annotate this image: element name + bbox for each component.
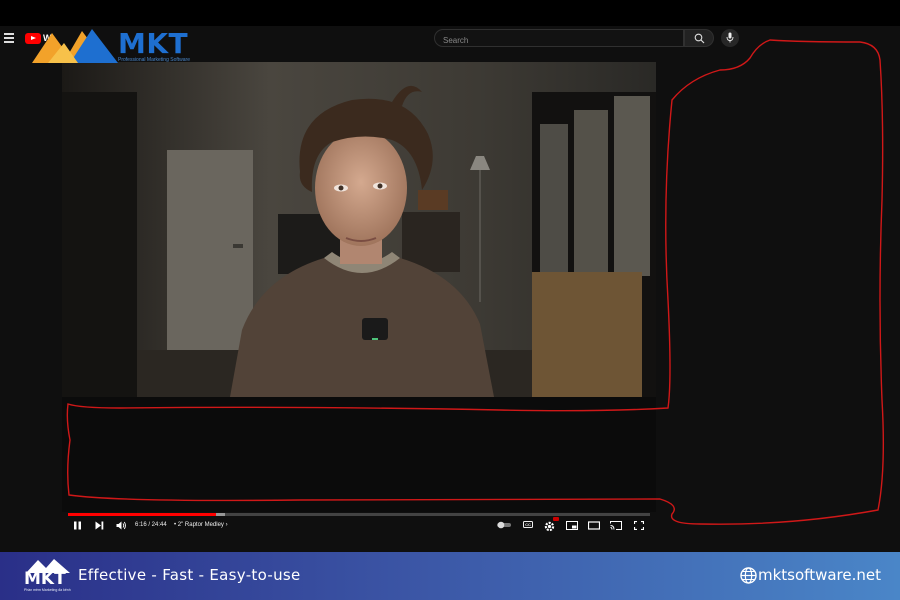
hamburger-menu-icon[interactable]: [4, 33, 14, 43]
globe-icon: [740, 567, 757, 584]
next-icon[interactable]: [95, 521, 104, 530]
player-letterbox[interactable]: [62, 397, 656, 512]
chapter-label: • 2" Raptor Medley: [174, 522, 224, 528]
voice-search-button[interactable]: [721, 29, 739, 47]
miniplayer-icon[interactable]: [566, 521, 578, 530]
pause-icon[interactable]: [73, 521, 82, 530]
progress-buffered: [215, 513, 226, 516]
banner-logo: MKT Phần mềm Marketing đa kênh: [22, 557, 74, 595]
progress-played: [68, 513, 216, 516]
volume-icon[interactable]: [116, 521, 127, 530]
chevron-right-icon: ›: [225, 522, 228, 528]
mkt-tagline: Professional Marketing Software: [118, 57, 190, 63]
search-button[interactable]: [684, 29, 714, 47]
autoplay-toggle-icon[interactable]: [496, 521, 512, 529]
theater-mode-icon[interactable]: [588, 521, 600, 530]
subtitles-button[interactable]: CC: [523, 521, 533, 528]
microphone-icon: [726, 32, 734, 43]
mkt-mountain-icon: [32, 29, 118, 63]
video-scene: [62, 62, 656, 397]
search-box[interactable]: [434, 29, 684, 49]
banner-website[interactable]: mktsoftware.net: [758, 566, 881, 584]
chapter-title[interactable]: • 2" Raptor Medley ›: [174, 522, 228, 528]
mkt-brand-text: MKT: [118, 27, 189, 60]
search-input[interactable]: [435, 32, 683, 49]
search-icon: [694, 33, 705, 44]
promo-banner: MKT Phần mềm Marketing đa kênh Effective…: [0, 552, 900, 600]
video-frame[interactable]: [62, 62, 656, 397]
fullscreen-icon[interactable]: [634, 521, 644, 530]
hd-badge: [553, 517, 559, 521]
window-top-strip: [0, 0, 900, 26]
progress-bar[interactable]: [68, 513, 650, 516]
mkt-watermark-logo: MKT Professional Marketing Software: [30, 25, 208, 65]
cast-icon[interactable]: [610, 521, 622, 530]
player-controls: 6:16 / 24:44 • 2" Raptor Medley › CC: [62, 512, 656, 538]
banner-logo-subtitle: Phần mềm Marketing đa kênh: [24, 588, 71, 592]
time-display: 6:16 / 24:44: [135, 522, 167, 528]
youtube-watch-page: W Search 6:16 / 24:44 • 2" Raptor Medley…: [0, 26, 900, 552]
banner-logo-text: MKT: [24, 569, 66, 589]
banner-slogan: Effective - Fast - Easy-to-use: [78, 566, 301, 584]
settings-gear-icon[interactable]: [544, 521, 555, 532]
